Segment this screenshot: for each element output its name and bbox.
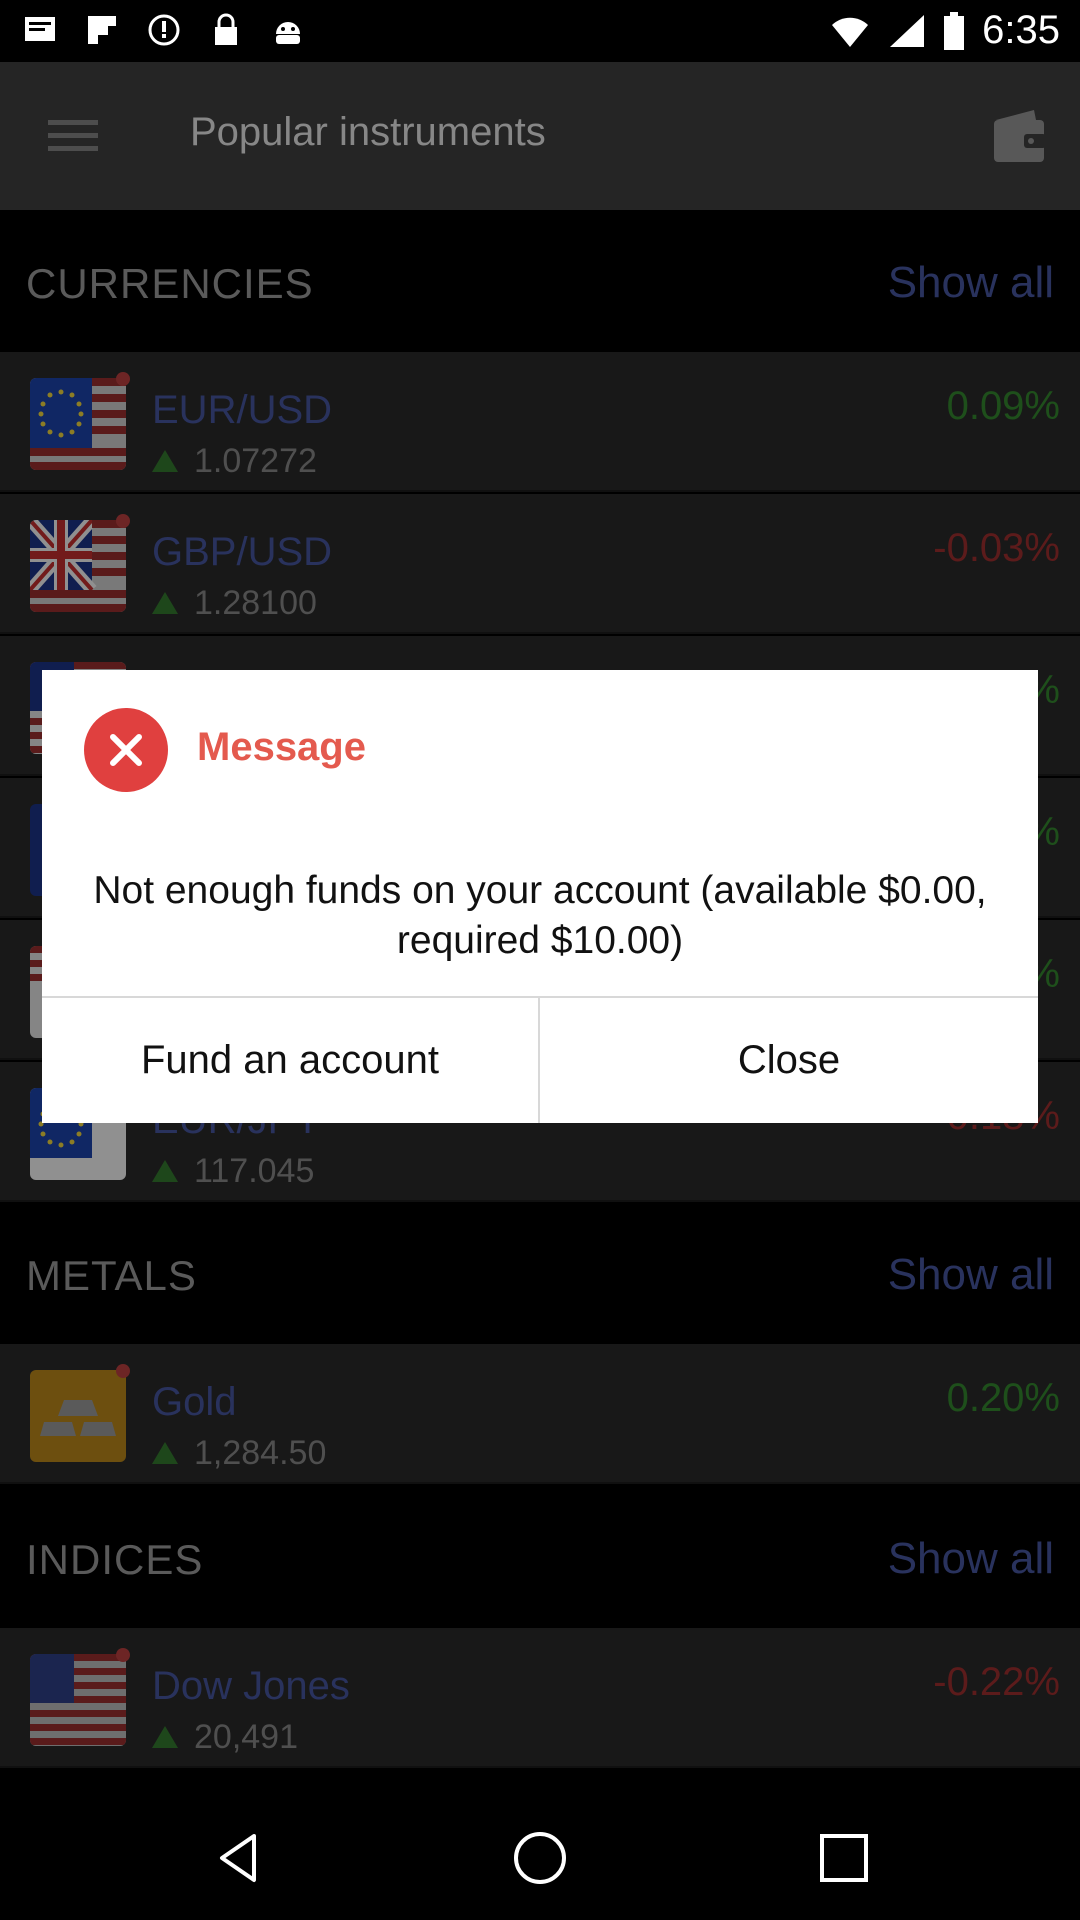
status-clock: 6:35 xyxy=(982,8,1060,52)
flipboard-icon xyxy=(88,16,116,44)
dialog-message: Not enough funds on your account (availa… xyxy=(93,869,987,962)
fund-account-button[interactable]: Fund an account xyxy=(42,998,538,1123)
close-button[interactable]: Close xyxy=(540,998,1038,1123)
back-icon[interactable] xyxy=(208,1828,268,1888)
battery-icon xyxy=(944,11,965,50)
dialog-title: Message xyxy=(197,725,366,769)
wifi-icon xyxy=(832,17,869,47)
home-icon[interactable] xyxy=(510,1828,570,1888)
recents-icon[interactable] xyxy=(814,1828,874,1888)
signal-icon xyxy=(890,14,925,47)
navigation-bar xyxy=(0,1794,1080,1920)
alarm-icon xyxy=(148,14,180,46)
message-dialog: Message Not enough funds on your account… xyxy=(42,670,1038,1123)
notification-icon xyxy=(25,17,55,41)
error-icon xyxy=(84,708,168,792)
lock-icon xyxy=(215,13,237,45)
status-bar: 6:35 xyxy=(0,0,1080,62)
android-icon xyxy=(276,22,300,44)
